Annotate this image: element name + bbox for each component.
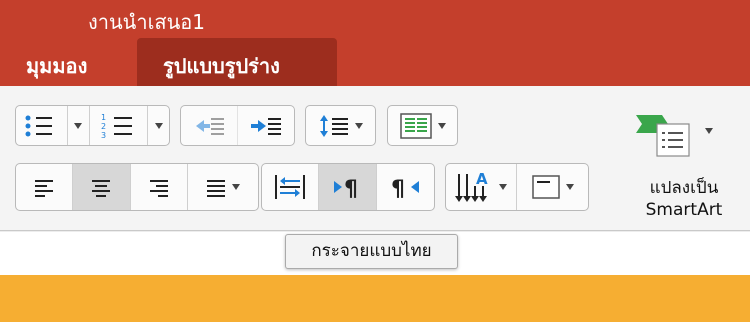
bullets-button[interactable] xyxy=(16,106,90,145)
chevron-down-icon xyxy=(232,184,241,190)
list-group: 1 2 3 xyxy=(15,105,170,146)
numbering-dropdown[interactable] xyxy=(147,106,169,145)
right-to-left-icon: ¶ xyxy=(391,177,420,200)
chevron-down-icon[interactable] xyxy=(705,128,713,134)
convert-smartart-icon xyxy=(636,115,690,157)
svg-text:¶: ¶ xyxy=(391,177,405,200)
numbering-digit: 1 xyxy=(101,113,106,122)
numbering-digit: 2 xyxy=(101,122,106,131)
alignment-group xyxy=(15,163,259,211)
right-to-left-button[interactable]: ¶ xyxy=(377,164,434,210)
line-spacing-button[interactable] xyxy=(306,106,375,145)
tab-shape-format[interactable]: รูปแบบรูปร่าง xyxy=(137,38,337,86)
text-direction-glyph: A xyxy=(476,170,488,188)
align-center-icon xyxy=(92,180,111,197)
tab-view[interactable]: มุมมอง xyxy=(26,50,87,82)
tooltip: กระจายแบบไทย xyxy=(285,234,458,269)
text-direction-icon: A xyxy=(455,170,488,202)
svg-text:¶: ¶ xyxy=(344,177,358,200)
increase-indent-icon xyxy=(250,117,281,135)
numbering-digit: 3 xyxy=(101,131,106,140)
chevron-down-icon xyxy=(565,184,574,190)
chevron-down-icon xyxy=(354,122,363,129)
indent-group xyxy=(180,105,295,146)
direction-group: ¶ ¶ xyxy=(261,163,435,211)
columns-icon xyxy=(399,112,432,139)
smartart-label-line1: แปลงเป็น xyxy=(649,178,719,198)
title-bar: งานนำเสนอ1 มุมมอง รูปแบบรูปร่าง xyxy=(0,0,750,86)
justify-button[interactable] xyxy=(188,164,258,210)
align-center-button[interactable] xyxy=(72,164,131,210)
document-title: งานนำเสนอ1 xyxy=(88,10,206,34)
increase-indent-button[interactable] xyxy=(238,106,295,145)
columns-group xyxy=(387,105,458,146)
align-left-icon xyxy=(34,180,53,197)
thai-distributed-icon xyxy=(275,175,306,199)
chevron-down-icon xyxy=(437,122,446,129)
decrease-indent-icon xyxy=(195,117,224,135)
line-spacing-icon xyxy=(319,114,348,137)
line-spacing-group xyxy=(305,105,376,146)
text-layout-group: A xyxy=(445,163,589,211)
smartart-label: แปลงเป็น SmartArt xyxy=(624,177,744,221)
align-text-icon xyxy=(531,175,560,199)
bullets-dropdown[interactable] xyxy=(66,106,89,145)
smartart-label-line2: SmartArt xyxy=(645,200,723,220)
ribbon: 1 2 3 ¶ ¶ A แปลงเป็น SmartArt xyxy=(0,86,750,231)
text-direction-button[interactable]: A xyxy=(446,164,517,210)
left-to-right-button[interactable]: ¶ xyxy=(319,164,377,210)
align-right-button[interactable] xyxy=(131,164,189,210)
numbering-button[interactable]: 1 2 3 xyxy=(90,106,169,145)
decrease-indent-button[interactable] xyxy=(181,106,238,145)
align-left-button[interactable] xyxy=(16,164,73,210)
align-right-icon xyxy=(149,180,168,197)
justify-icon xyxy=(207,180,226,197)
slide-canvas[interactable] xyxy=(0,275,750,322)
left-to-right-icon: ¶ xyxy=(333,177,358,200)
chevron-down-icon xyxy=(499,184,507,190)
thai-distributed-button[interactable] xyxy=(262,164,320,210)
columns-button[interactable] xyxy=(388,106,457,145)
align-text-button[interactable] xyxy=(517,164,588,210)
